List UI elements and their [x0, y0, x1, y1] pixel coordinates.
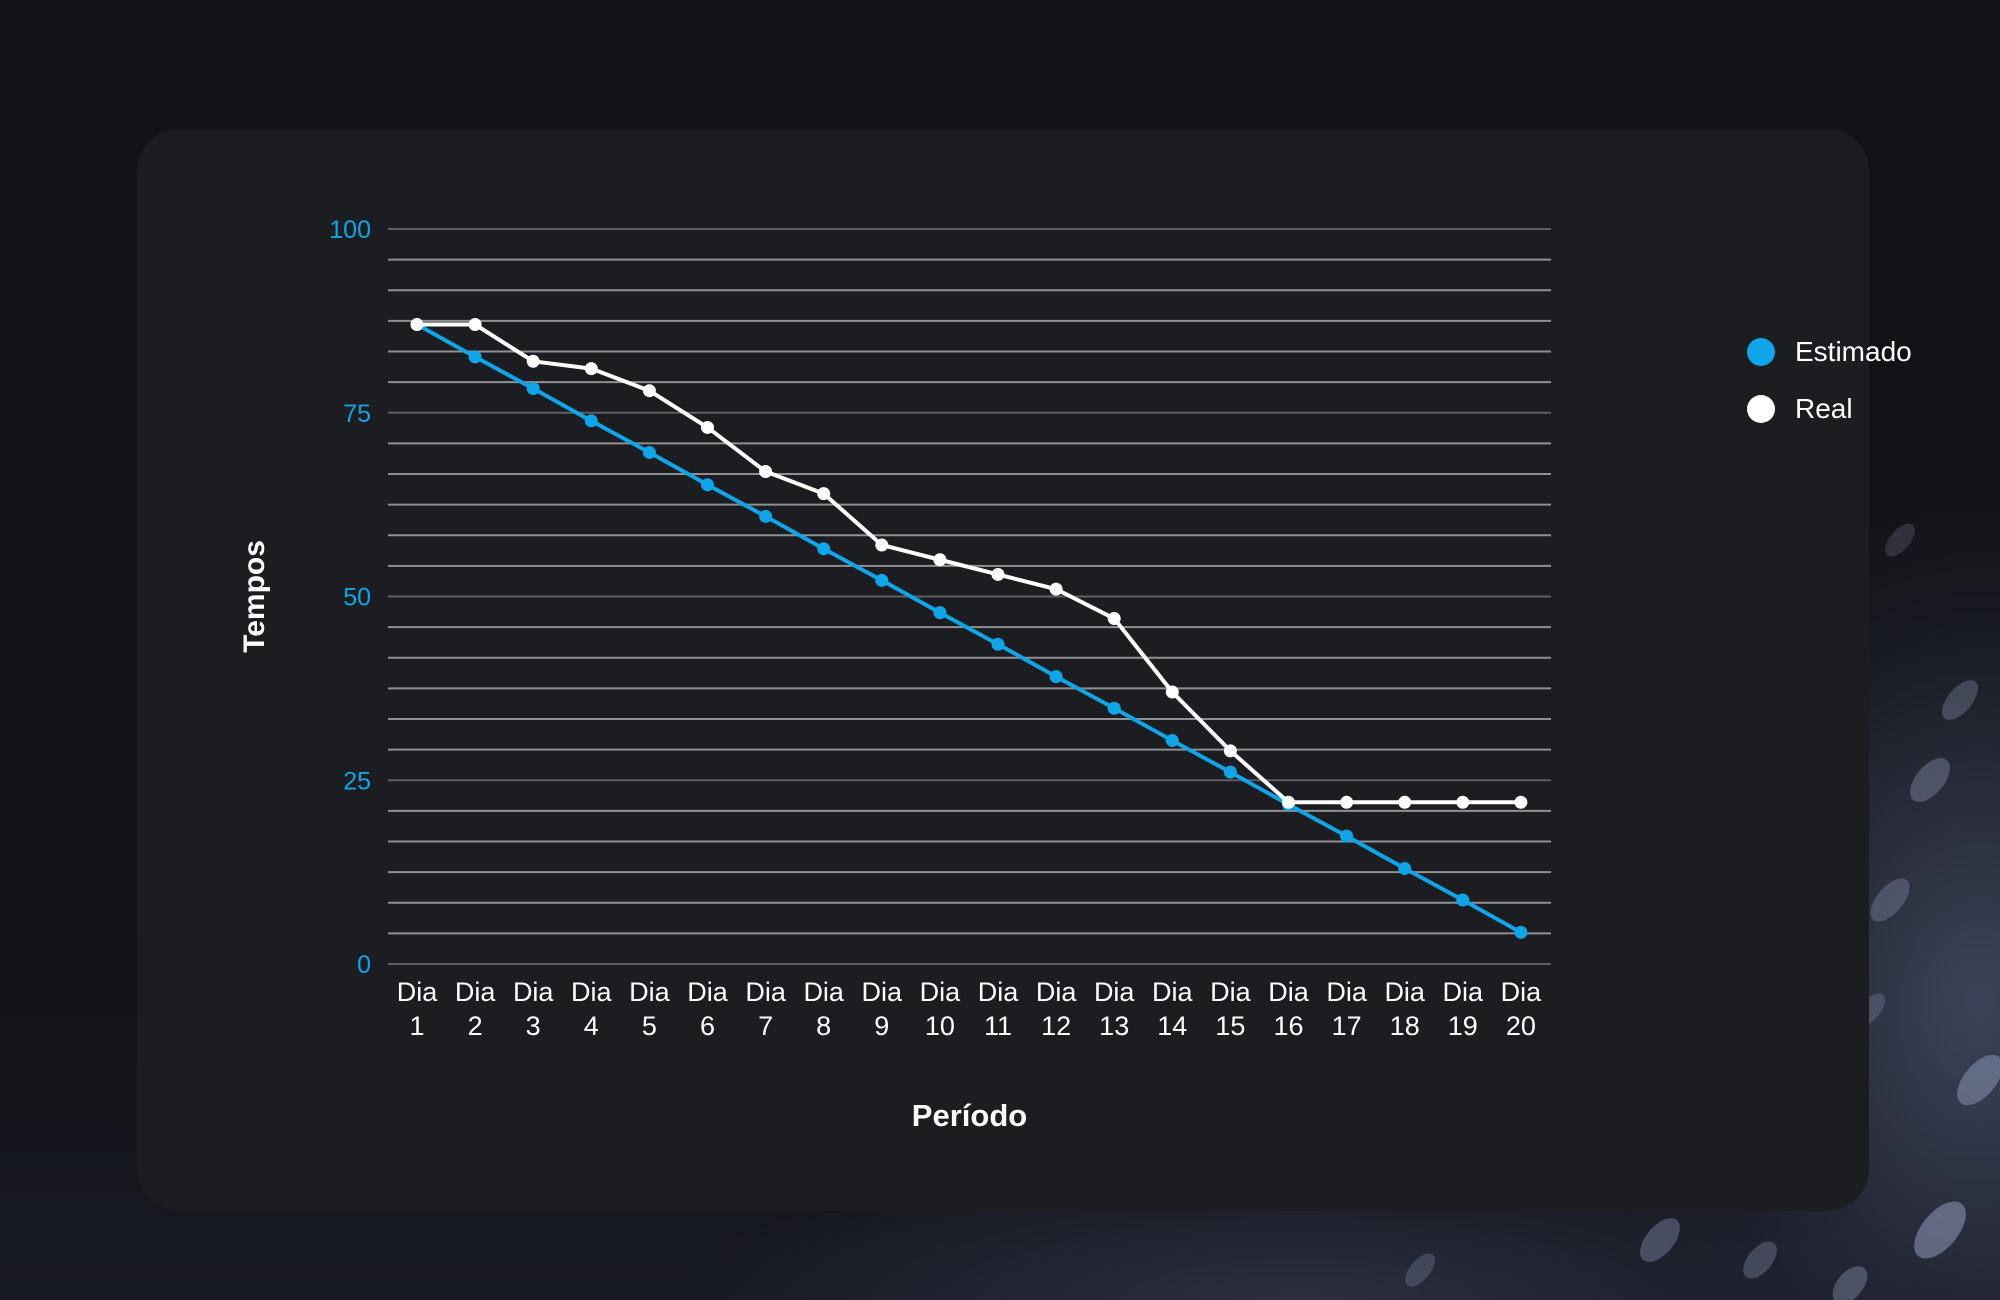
legend-swatch-real: [1747, 395, 1775, 423]
data-point-estimado[interactable]: [584, 414, 598, 428]
y-axis-ticks: 0 25 50 75 100: [329, 216, 371, 979]
y-tick-label: 50: [343, 584, 371, 612]
data-point-estimado[interactable]: [759, 509, 773, 523]
x-tick-label: Dia 18: [1384, 977, 1425, 1041]
x-axis-ticks: Dia 1 Dia 2 Dia 3 Dia 4 Dia 5 Dia 6 Dia 7 Dia 8 Dia 9 Dia 1…: [397, 977, 1542, 1041]
data-point-estimado[interactable]: [701, 478, 714, 492]
y-tick-label: 75: [343, 400, 371, 428]
data-point-real[interactable]: [1340, 795, 1354, 809]
x-tick-label: Dia 6: [687, 977, 728, 1041]
x-tick-label: Dia 16: [1268, 977, 1309, 1041]
series-line-real: [415, 322, 1523, 805]
legend-item-estimado[interactable]: Estimado: [1747, 336, 1912, 367]
data-point-real[interactable]: [1107, 612, 1121, 626]
data-point-real[interactable]: [1223, 744, 1237, 758]
data-point-estimado[interactable]: [468, 350, 482, 364]
legend-item-real[interactable]: Real: [1747, 393, 1912, 424]
x-tick-label: Dia 11: [978, 977, 1019, 1041]
data-point-real[interactable]: [1398, 795, 1412, 809]
data-point-estimado[interactable]: [991, 637, 1005, 651]
data-point-real[interactable]: [468, 318, 482, 332]
data-point-estimado[interactable]: [817, 542, 831, 556]
chart-legend: Estimado Real: [1747, 336, 1912, 451]
data-point-real[interactable]: [526, 354, 540, 368]
y-axis-label: Tempos: [238, 540, 271, 653]
x-tick-label: Dia 12: [1036, 977, 1077, 1041]
legend-swatch-estimado: [1747, 338, 1775, 366]
y-tick-label: 100: [329, 216, 371, 244]
x-tick-label: Dia 19: [1443, 977, 1484, 1041]
data-point-estimado[interactable]: [1049, 670, 1063, 684]
data-point-real[interactable]: [1282, 795, 1295, 809]
data-point-real[interactable]: [642, 384, 656, 398]
series-layer: [410, 318, 1528, 939]
data-point-estimado[interactable]: [526, 381, 540, 395]
data-point-estimado[interactable]: [1107, 701, 1121, 715]
data-point-real[interactable]: [991, 567, 1005, 581]
chart-card: 0 25 50 75 100 Dia 1 Dia 2 Dia 3 Dia 4 Dia 5 Dia 6 Dia 7 D…: [137, 129, 1912, 1211]
x-tick-label: Dia 8: [803, 977, 844, 1041]
data-point-estimado[interactable]: [1456, 893, 1470, 907]
x-tick-label: Dia 5: [629, 977, 670, 1041]
x-tick-label: Dia 15: [1210, 977, 1251, 1041]
data-point-estimado[interactable]: [1514, 925, 1528, 939]
data-point-estimado[interactable]: [642, 445, 656, 459]
y-tick-label: 25: [343, 767, 371, 795]
x-tick-label: Dia 1: [397, 977, 438, 1041]
y-tick-label: 0: [357, 951, 371, 979]
data-point-real[interactable]: [817, 487, 831, 501]
data-point-real[interactable]: [1514, 795, 1528, 809]
data-point-estimado[interactable]: [1223, 765, 1237, 779]
x-tick-label: Dia 7: [745, 977, 786, 1041]
x-tick-label: Dia 14: [1152, 977, 1193, 1041]
data-point-estimado[interactable]: [1398, 861, 1412, 875]
data-point-real[interactable]: [584, 362, 598, 376]
data-point-estimado[interactable]: [933, 606, 947, 620]
data-point-real[interactable]: [1165, 685, 1179, 699]
data-point-estimado[interactable]: [875, 573, 889, 587]
data-point-real[interactable]: [933, 553, 947, 567]
data-point-real[interactable]: [759, 465, 773, 479]
data-point-estimado[interactable]: [1165, 734, 1179, 748]
data-point-real[interactable]: [410, 318, 424, 332]
x-tick-label: Dia 10: [920, 977, 961, 1041]
x-tick-label: Dia 13: [1094, 977, 1135, 1041]
x-tick-label: Dia 4: [571, 977, 612, 1041]
x-tick-label: Dia 2: [455, 977, 496, 1041]
burndown-chart: 0255075100 Dia 1Dia 2Dia 3Dia 4Dia 5Dia 6Dia 7D…: [238, 216, 1551, 1133]
data-point-real[interactable]: [1049, 582, 1063, 596]
x-tick-label: Dia 20: [1501, 977, 1542, 1041]
data-point-real[interactable]: [1456, 795, 1470, 809]
x-tick-label: Dia 9: [862, 977, 903, 1041]
legend-label-real: Real: [1795, 393, 1853, 424]
data-point-real[interactable]: [875, 538, 889, 552]
x-axis-label: Período: [912, 1098, 1027, 1133]
data-point-real[interactable]: [701, 420, 714, 434]
x-tick-label: Dia 17: [1326, 977, 1367, 1041]
legend-label-estimado: Estimado: [1795, 336, 1912, 367]
data-point-estimado[interactable]: [1340, 829, 1354, 843]
x-tick-label: Dia 3: [513, 977, 554, 1041]
